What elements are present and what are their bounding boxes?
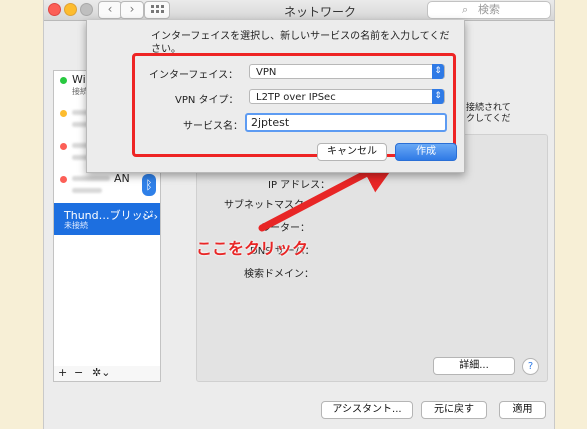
service-name-input[interactable]: 2jptest xyxy=(245,113,447,132)
service-name-label: サービス名： xyxy=(183,121,243,132)
create-button[interactable]: 作成 xyxy=(395,143,457,161)
interface-label: インターフェイス： xyxy=(149,70,239,81)
click-here-annotation: ここをクリック xyxy=(196,239,309,258)
service-name-value: 2jptest xyxy=(251,116,290,129)
vpn-type-popup[interactable]: L2TP over IPSec ⇕ xyxy=(249,89,445,104)
arrow-line xyxy=(258,154,403,232)
interface-popup[interactable]: VPN ⇕ xyxy=(249,64,445,79)
vpn-type-label: VPN タイプ： xyxy=(175,95,239,106)
vpn-type-value: L2TP over IPSec xyxy=(256,92,336,103)
popup-arrows-icon: ⇕ xyxy=(432,64,444,79)
popup-arrows-icon: ⇕ xyxy=(432,89,444,104)
cancel-button[interactable]: キャンセル xyxy=(317,143,387,161)
interface-value: VPN xyxy=(256,67,277,78)
new-service-sheet: インターフェイスを選択し、新しいサービスの名前を入力してください。 インターフェ… xyxy=(86,20,465,173)
